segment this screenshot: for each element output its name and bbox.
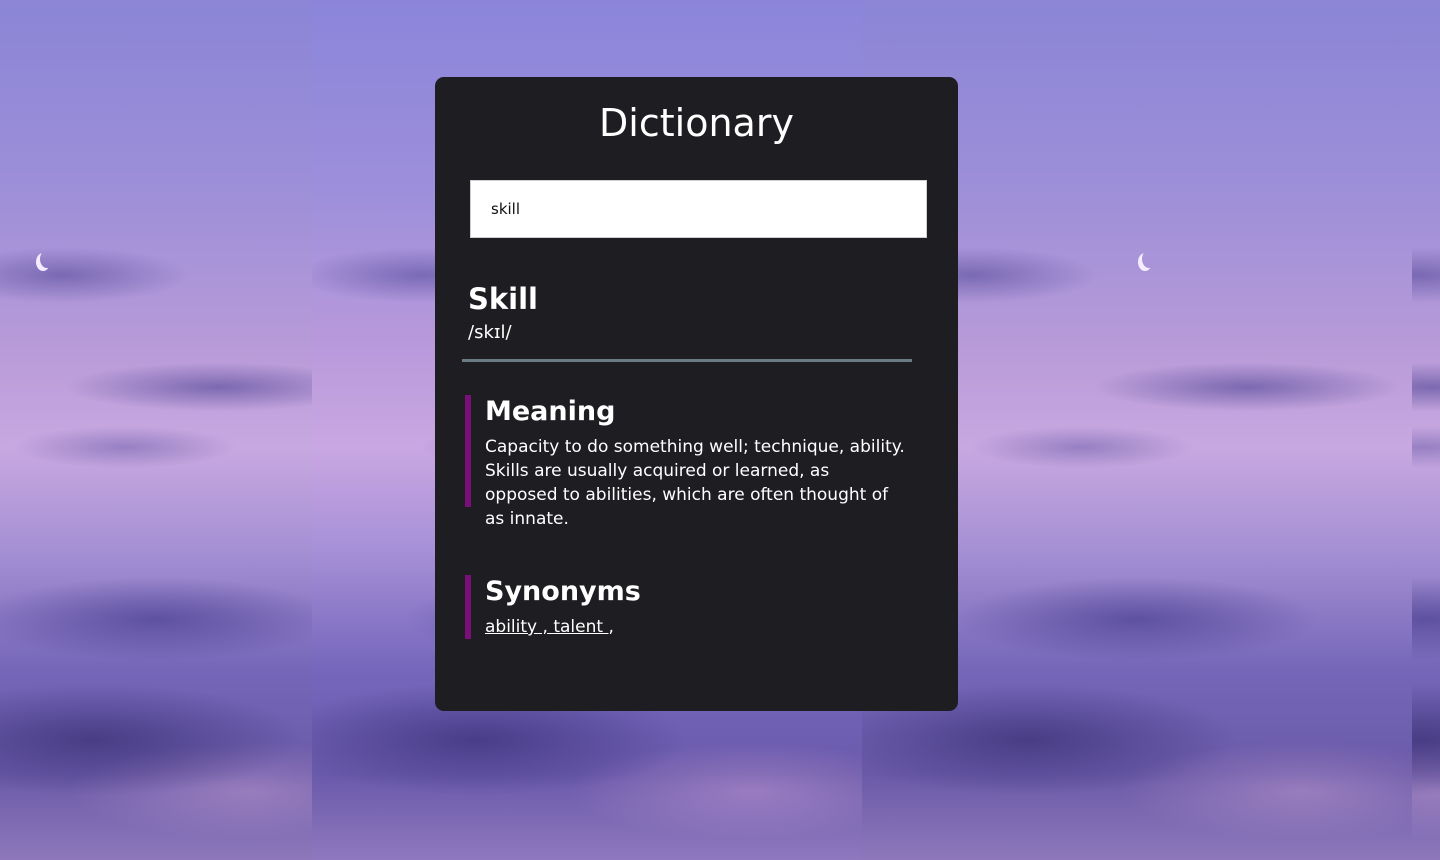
synonyms-heading: Synonyms: [485, 576, 641, 607]
synonyms-list: ability , talent ,: [485, 617, 614, 637]
background-panel: [0, 0, 312, 860]
crescent-moon-icon: [40, 250, 54, 268]
synonym-link-talent[interactable]: talent: [548, 617, 609, 637]
meaning-section: Meaning Capacity to do something well; t…: [465, 395, 905, 529]
crescent-moon-icon: [1142, 250, 1156, 268]
result-phonetic: /skɪl/: [468, 322, 512, 343]
synonym-link-ability[interactable]: ability ,: [485, 617, 548, 637]
divider: [462, 359, 912, 362]
background-panel: [1412, 0, 1440, 860]
synonyms-section: Synonyms ability , talent ,: [465, 575, 905, 639]
meaning-heading: Meaning: [485, 396, 616, 427]
result-word: Skill: [468, 282, 538, 316]
meaning-text: Capacity to do something well; technique…: [485, 437, 905, 529]
app-title: Dictionary: [599, 101, 794, 145]
search-input[interactable]: [470, 180, 927, 238]
dictionary-card: Dictionary Skill /skɪl/ Meaning Capacity…: [435, 77, 958, 711]
